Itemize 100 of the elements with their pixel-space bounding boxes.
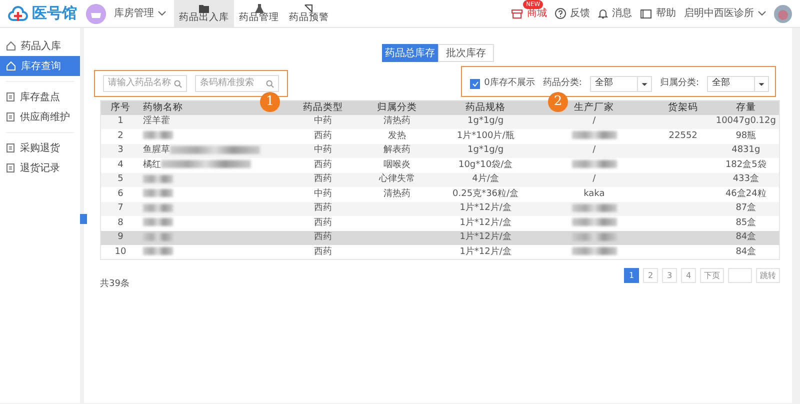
table-cell: 发热 [388, 130, 406, 141]
table-cell: 中药 [314, 188, 332, 199]
total-count: 共39条 [100, 278, 130, 291]
page-button[interactable]: 3 [662, 268, 677, 283]
table-cell: 6 [118, 188, 124, 199]
table-cell: kaka [584, 188, 605, 199]
table-cell: 西药 [314, 174, 332, 184]
header-link[interactable]: 反馈 [555, 6, 590, 21]
search-field[interactable]: 请输入药品名称 [103, 75, 187, 92]
sidebar-item[interactable]: 采购退货 [0, 138, 80, 158]
column-header: 药物名称 [143, 102, 183, 114]
hide-zero-checkbox[interactable]: 0库存不展示 [470, 77, 535, 91]
column-header: 药品类型 [303, 102, 344, 114]
view-tab[interactable]: 批次库存 [438, 44, 494, 62]
chevron-down-icon [758, 11, 766, 16]
view-tab[interactable]: 药品总库存 [382, 44, 438, 62]
table-cell: 10047g0.12g [716, 116, 776, 126]
table-cell: 西药 [314, 160, 332, 170]
table-cell: 橘红 [143, 160, 161, 170]
table-cell: 4片/盒 [472, 174, 499, 184]
table-cell: 西药 [314, 130, 332, 141]
sidebar-item[interactable]: 退货记录 [0, 158, 80, 178]
jump-button[interactable]: 跳转 [756, 268, 780, 283]
logo-icon [8, 6, 28, 22]
table-cell: 87盒 [736, 203, 756, 214]
check-icon [472, 81, 479, 87]
module-avatar-icon [86, 4, 106, 24]
table-cell: 84盒 [736, 246, 756, 256]
clinic-menu[interactable]: 启明中西医诊所 [684, 6, 766, 21]
book-icon [640, 8, 652, 18]
table-cell: 西药 [314, 232, 332, 242]
module-tab[interactable]: 药品管理 [234, 0, 284, 27]
search-icon [266, 80, 274, 88]
flask-icon [254, 4, 264, 13]
app-logo: 医号馆 [32, 3, 77, 24]
column-header: 生产厂家 [574, 102, 614, 114]
table-cell: 心律失常 [378, 174, 415, 184]
table-cell: 98瓶 [736, 130, 756, 141]
table-cell: 解表药 [383, 145, 410, 156]
folder-icon [199, 4, 209, 13]
table-cell: 西药 [314, 218, 332, 228]
sidebar-item[interactable]: 药品入库 [0, 36, 80, 56]
column-header: 归属分类 [376, 102, 417, 114]
arrow-icon [304, 4, 314, 13]
page-button[interactable]: 1 [624, 268, 639, 283]
category-select[interactable]: 全部 [707, 76, 769, 92]
table-cell: 5 [118, 174, 124, 184]
table-cell: 433盒 [732, 174, 759, 184]
table-cell: / [592, 174, 596, 184]
sidebar-item[interactable]: 库存盘点 [0, 87, 80, 107]
next-page-button[interactable]: 下页 [700, 268, 724, 283]
table-cell: 10 [114, 246, 126, 256]
table-cell: 0.25克*36粒/盒 [452, 188, 519, 199]
table-cell: 清热药 [383, 188, 410, 199]
table-cell: 中药 [314, 145, 332, 156]
column-header: 药品规格 [466, 102, 506, 114]
header-link[interactable]: 帮助 [640, 6, 676, 21]
table-cell: 咽喉炎 [383, 160, 410, 170]
page-button[interactable]: 2 [643, 268, 658, 283]
collapse-handle[interactable] [80, 214, 87, 224]
table-cell: / [592, 145, 596, 156]
table-cell: 1g*1g/g [468, 116, 504, 126]
sidebar-item[interactable]: 供应商维护 [0, 107, 80, 127]
search-field[interactable]: 条码精准搜索 [195, 75, 279, 92]
column-header: 存量 [736, 102, 756, 114]
table-cell: 1 [118, 116, 124, 126]
filter-label: 药品分类: [542, 77, 582, 90]
category-select[interactable]: 全部 [590, 76, 652, 92]
table-cell: 9 [118, 232, 124, 242]
table-cell: 182盒5袋 [725, 160, 766, 170]
module-tab[interactable]: 药品出入库 [174, 0, 234, 27]
column-header: 货架码 [668, 102, 698, 114]
table-cell: 西药 [314, 246, 332, 256]
callout-marker: 2 [548, 92, 568, 112]
bell-icon [598, 8, 608, 19]
table-cell: 鱼腥草 [143, 145, 170, 156]
table-cell: / [592, 116, 596, 126]
page-input[interactable] [728, 268, 752, 283]
user-avatar-icon[interactable] [774, 4, 792, 22]
page-button[interactable]: 4 [681, 268, 696, 283]
table-cell: 1片*12片/盒 [460, 218, 512, 228]
callout-marker: 1 [260, 92, 280, 112]
table-cell: 85盒 [736, 218, 756, 228]
search-icon [174, 80, 182, 88]
table-row[interactable]: 9 西药 1片*12片/盒 84盒 [100, 230, 780, 245]
table-cell: 中药 [314, 116, 332, 126]
table-cell: 1片*12片/盒 [460, 232, 512, 242]
table-cell: 1片*100片/瓶 [456, 130, 514, 141]
table-cell: 46盒24粒 [725, 188, 766, 199]
table-cell: 西药 [314, 203, 332, 214]
help-icon [555, 8, 566, 19]
module-tab[interactable]: 药品预警 [284, 0, 334, 27]
module-menu[interactable]: 库房管理 [114, 6, 166, 21]
sidebar-item[interactable]: 库存查询 [0, 56, 80, 76]
table-cell: 22552 [668, 130, 698, 141]
table-cell: 4 [118, 160, 124, 170]
header-link[interactable]: 消息 [598, 6, 632, 21]
table-cell: 10g*10袋/盒 [458, 160, 513, 170]
document-icon [6, 112, 15, 122]
filter-label: 归属分类: [660, 77, 699, 90]
